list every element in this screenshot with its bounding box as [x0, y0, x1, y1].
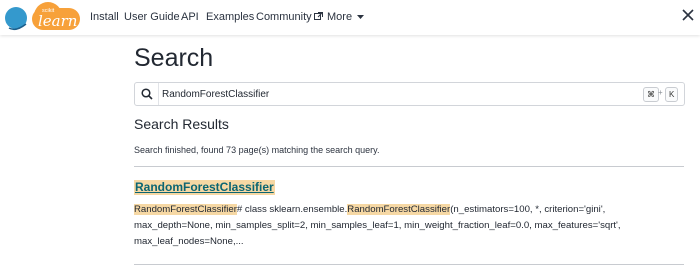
shortcut-cmd-key: ⌘ [643, 87, 659, 102]
search-icon [141, 88, 153, 100]
nav-community[interactable]: Community [256, 10, 323, 24]
divider [134, 166, 684, 167]
search-separator [158, 83, 159, 105]
result-title-link[interactable]: RandomForestClassifier [134, 180, 275, 195]
chevron-down-icon [357, 15, 365, 19]
logo-learn-text: learn [38, 12, 77, 30]
search-results-heading: Search Results [134, 116, 229, 132]
nav-more-dropdown[interactable]: More [327, 10, 365, 24]
logo-graphic: scikit learn [5, 2, 80, 31]
search-summary: Search finished, found 73 page(s) matchi… [134, 145, 380, 155]
snippet-text: # class sklearn.ensemble. [236, 204, 348, 215]
shortcut-k-key: K [665, 87, 679, 102]
nav-user-guide[interactable]: User Guide [124, 10, 180, 24]
nav-community-label: Community [256, 11, 312, 23]
divider [134, 264, 684, 265]
page-title: Search [134, 44, 214, 72]
shortcut-plus: + [658, 88, 663, 97]
search-box[interactable]: ⌘ + K [134, 82, 685, 106]
close-icon[interactable] [682, 9, 694, 21]
nav-more-label: More [327, 11, 353, 23]
nav-api[interactable]: API [181, 10, 199, 24]
external-link-icon [313, 12, 323, 20]
scikit-learn-logo[interactable]: scikit learn [2, 2, 82, 33]
top-navbar: scikit learn Install User Guide API Exam… [0, 0, 700, 35]
nav-examples[interactable]: Examples [206, 10, 254, 24]
nav-install[interactable]: Install [90, 10, 119, 24]
result-snippet: RandomForestClassifier# class sklearn.en… [134, 202, 674, 250]
snippet-highlight: RandomForestClassifier [134, 204, 237, 215]
search-input[interactable] [162, 85, 642, 103]
snippet-highlight: RandomForestClassifier [347, 204, 451, 215]
